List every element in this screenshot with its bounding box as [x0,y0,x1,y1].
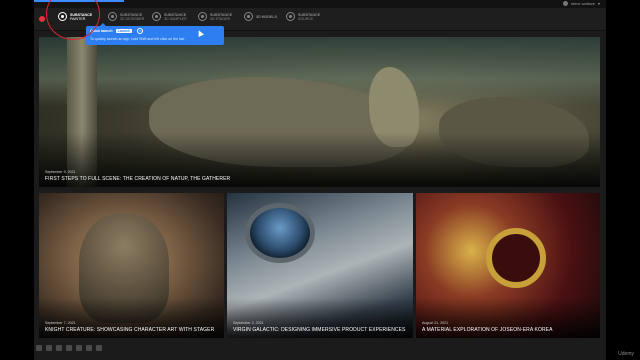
tab-label-line2: 3D DESIGNER [120,16,145,21]
featured-article-hero[interactable]: September 9, 2021 FIRST STEPS TO FULL SC… [39,37,600,187]
tab-label-line2: 3D SAMPLER [164,16,187,21]
tab-label-line2: 3D STAGER [210,16,231,21]
article-title[interactable]: VIRGIN GALACTIC: DESIGNING IMMERSIVE PRO… [233,327,405,333]
tab-label-line1: SUBSTANCE [210,12,233,17]
youtube-icon[interactable] [66,345,72,351]
3d-models-icon [244,12,253,21]
article-date: September 2, 2021 [233,321,264,325]
hero-caption: September 9, 2021 FIRST STEPS TO FULL SC… [45,170,230,182]
tab-substance-designer[interactable]: SUBSTANCE 3D DESIGNER [108,12,144,21]
article-date: August 31, 2021 [422,321,449,325]
avatar [562,1,568,6]
udemy-watermark: Udemy [618,351,634,357]
close-icon[interactable]: × [137,28,144,34]
facebook-icon[interactable] [46,345,52,351]
article-title[interactable]: KNIGHT CREATURE: SHOWCASING CHARACTER AR… [45,327,214,333]
article-date: September 9, 2021 [45,170,76,174]
card-image-porthole [245,203,315,263]
user-menu[interactable]: steve wallace ▾ [562,1,600,6]
tab-label-line1: SUBSTANCE [164,12,187,17]
article-title[interactable]: A MATERIAL EXPLORATION OF JOSEON-ERA KOR… [422,327,553,333]
tab-substance-stager[interactable]: SUBSTANCE 3D STAGER [198,12,232,21]
quick-launch-tooltip: Quick launch Launch × To quickly launch … [86,23,224,45]
tab-label-line2: SOURCE [298,16,314,21]
substance-launcher-window: steve wallace ▾ SUBSTANCE PAINTER SUBSTAN… [34,0,606,360]
instagram-icon[interactable] [86,345,92,351]
substance-designer-icon [108,12,117,21]
tab-label-line1: SUBSTANCE [298,12,321,17]
article-card[interactable]: September 7, 2021 KNIGHT CREATURE: SHOWC… [39,193,224,338]
footer-social-links [36,345,102,351]
substance-sampler-icon [152,12,161,21]
user-name: steve wallace [570,1,595,6]
tab-3d-models[interactable]: 3D MODELS [244,12,277,21]
article-card[interactable]: August 31, 2021 A MATERIAL EXPLORATION O… [416,193,600,338]
launch-button[interactable]: Launch [115,29,133,33]
article-date: September 7, 2021 [45,321,76,325]
tab-label-line1: SUBSTANCE [120,12,143,17]
card-caption: August 31, 2021 A MATERIAL EXPLORATION O… [422,321,553,333]
substance-source-icon [286,12,295,21]
tab-label-line1: 3D MODELS [256,14,277,19]
substance-stager-icon [198,12,207,21]
discord-icon[interactable] [36,345,42,351]
article-card[interactable]: September 2, 2021 VIRGIN GALACTIC: DESIG… [227,193,413,338]
card-caption: September 2, 2021 VIRGIN GALACTIC: DESIG… [233,321,405,333]
adobe-logo-icon[interactable] [39,16,45,22]
card-caption: September 7, 2021 KNIGHT CREATURE: SHOWC… [45,321,214,333]
tab-substance-sampler[interactable]: SUBSTANCE 3D SAMPLER [152,12,187,21]
twitter-icon[interactable] [56,345,62,351]
tab-substance-source[interactable]: SUBSTANCE SOURCE [286,12,320,21]
tooltip-body: To quickly launch an app, hold Shift and… [90,37,186,41]
card-image-dragon [486,228,546,288]
chevron-down-icon: ▾ [597,1,600,6]
artstation-icon[interactable] [96,345,102,351]
article-title[interactable]: FIRST STEPS TO FULL SCENE: THE CREATION … [45,176,230,182]
top-bar: steve wallace ▾ [34,0,606,8]
linkedin-icon[interactable] [76,345,82,351]
